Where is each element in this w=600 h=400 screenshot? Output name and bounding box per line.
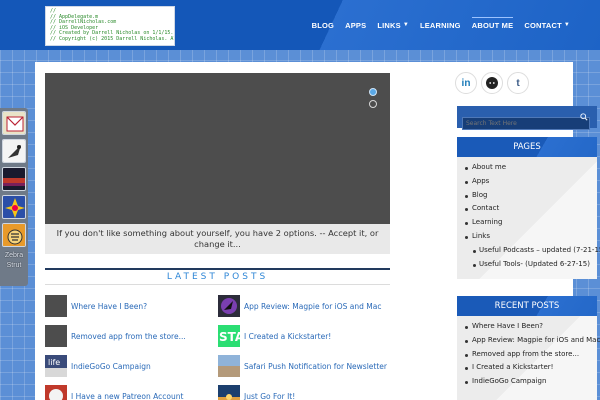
post-title[interactable]: App Review: Magpie for iOS and Mac [244, 302, 381, 311]
kickstarter-thumb-icon: STA [218, 325, 240, 347]
list-item[interactable]: Safari Push Notification for Newsletter [218, 355, 387, 377]
page-link-blog[interactable]: Blog [465, 189, 593, 203]
indiegogo-thumb-icon: life [45, 358, 67, 377]
list-item[interactable]: Just Go For It! [218, 385, 295, 400]
app-toolbar: Zebra Strut [0, 108, 28, 286]
post-title[interactable]: IndieGoGo Campaign [71, 362, 151, 371]
nav-label: BLOG [311, 20, 335, 30]
chevron-down-icon: ▼ [402, 22, 409, 28]
list-item[interactable]: Removed app from the store... [45, 325, 186, 347]
post-thumbnail [45, 385, 67, 400]
page-link-learning[interactable]: Learning [465, 216, 593, 230]
latest-posts-heading: LATEST POSTS [45, 268, 390, 284]
photo-app-icon [3, 168, 25, 190]
post-title[interactable]: Safari Push Notification for Newsletter [244, 362, 387, 371]
list-item[interactable]: Where Have I Been? [45, 295, 147, 317]
nav-about-me[interactable]: ABOUT ME [471, 0, 514, 50]
post-thumbnail [45, 325, 67, 347]
nav-links[interactable]: LINKS ▼ [377, 0, 409, 50]
nav-blog[interactable]: BLOG [312, 0, 334, 50]
app-tile-1[interactable] [2, 111, 26, 135]
nav-learning[interactable]: LEARNING [420, 0, 461, 50]
pages-list: About me Apps Blog Contact Learning Link… [457, 157, 600, 279]
page-link-apps[interactable]: Apps [465, 175, 593, 189]
list-item[interactable]: I Have a new Patreon Account [45, 385, 183, 400]
site-logo[interactable]: // // AppDelegate.m // DarrellNicholas.c… [45, 6, 175, 46]
recent-posts-heading: RECENT POSTS [457, 296, 597, 316]
post-thumbnail [45, 295, 67, 317]
image-slider[interactable] [45, 73, 390, 224]
list-item[interactable]: App Review: Magpie for iOS and Mac [218, 295, 381, 317]
github-icon[interactable] [481, 72, 503, 94]
recent-posts-list: Where Have I Been? App Review: Magpie fo… [457, 316, 600, 400]
post-title[interactable]: I Created a Kickstarter! [244, 332, 331, 341]
nav-label: LEARNING [419, 20, 461, 30]
divider [45, 284, 390, 285]
mail-app-icon [3, 112, 25, 134]
zebra-icon [3, 224, 25, 246]
search-widget [457, 106, 597, 130]
zebra-strut-label[interactable]: Zebra Strut [2, 251, 26, 271]
nav-label: LINKS [377, 20, 401, 30]
tumblr-icon[interactable]: t [507, 72, 529, 94]
list-item[interactable]: life IndieGoGo Campaign [45, 355, 151, 377]
page-link-contact[interactable]: Contact [465, 202, 593, 216]
post-thumbnail [218, 295, 240, 317]
page-link-about-me[interactable]: About me [465, 161, 593, 175]
post-title[interactable]: I Have a new Patreon Account [71, 392, 183, 400]
nav-label: CONTACT [524, 20, 562, 30]
magpie-icon [3, 140, 25, 162]
social-links: in t [455, 72, 533, 96]
list-item[interactable]: STA I Created a Kickstarter! [218, 325, 331, 347]
search-icon[interactable] [580, 113, 588, 121]
post-title[interactable]: Removed app from the store... [71, 332, 186, 341]
site-header: // // AppDelegate.m // DarrellNicholas.c… [0, 0, 600, 50]
post-title[interactable]: Just Go For It! [244, 392, 295, 400]
page-link-links[interactable]: Links [465, 230, 593, 244]
magpie-thumb-icon [221, 298, 237, 314]
nav-contact[interactable]: CONTACT ▼ [524, 0, 570, 50]
page-link-useful-podcasts[interactable]: Useful Podcasts – updated (7-21-15) [467, 244, 600, 258]
linkedin-icon[interactable]: in [455, 72, 477, 94]
app-tile-4[interactable] [2, 195, 26, 219]
magpie-writer-tile[interactable] [2, 139, 26, 163]
svg-text:life: life [48, 358, 60, 367]
svg-text:STA: STA [219, 330, 240, 344]
recent-post-link[interactable]: Removed app from the store... [465, 348, 593, 362]
nav-label: ABOUT ME [471, 20, 514, 30]
pages-heading: PAGES [457, 137, 597, 157]
nav-label: APPS [345, 20, 367, 30]
post-thumbnail [218, 355, 240, 377]
logo-line: // Copyright (c) 2015 Darrell Nicholas. … [50, 35, 175, 42]
recent-post-link[interactable]: I Created a Kickstarter! [465, 361, 593, 375]
github-icon-glyph [486, 77, 498, 89]
patreon-thumb-icon [49, 389, 63, 400]
post-thumbnail: life [45, 355, 67, 377]
post-thumbnail [218, 385, 240, 400]
post-title[interactable]: Where Have I Been? [71, 302, 147, 311]
slider-caption: If you don't like something about yourse… [45, 224, 390, 254]
app-tile-3[interactable] [2, 167, 26, 191]
recent-post-link[interactable]: IndieGoGo Campaign [465, 375, 593, 389]
sunset-thumb-icon [218, 394, 240, 400]
zebra-strut-tile[interactable] [2, 223, 26, 247]
slider-dot[interactable] [369, 100, 377, 108]
search-input[interactable] [462, 117, 590, 130]
main-content: If you don't like something about yourse… [35, 62, 600, 400]
page-link-useful-tools[interactable]: Useful Tools- (Updated 6-27-15) [467, 258, 593, 272]
safari-thumb-icon [218, 355, 240, 377]
chevron-down-icon: ▼ [563, 22, 570, 28]
post-thumbnail: STA [218, 325, 240, 347]
burst-app-icon [3, 196, 25, 218]
slider-dot-active[interactable] [369, 88, 377, 96]
recent-post-link[interactable]: Where Have I Been? [465, 320, 593, 334]
recent-post-link[interactable]: App Review: Magpie for iOS and Mac [465, 334, 600, 348]
main-nav: BLOG APPS LINKS ▼ LEARNING ABOUT ME CONTA… [301, 0, 570, 50]
nav-apps[interactable]: APPS [345, 0, 366, 50]
